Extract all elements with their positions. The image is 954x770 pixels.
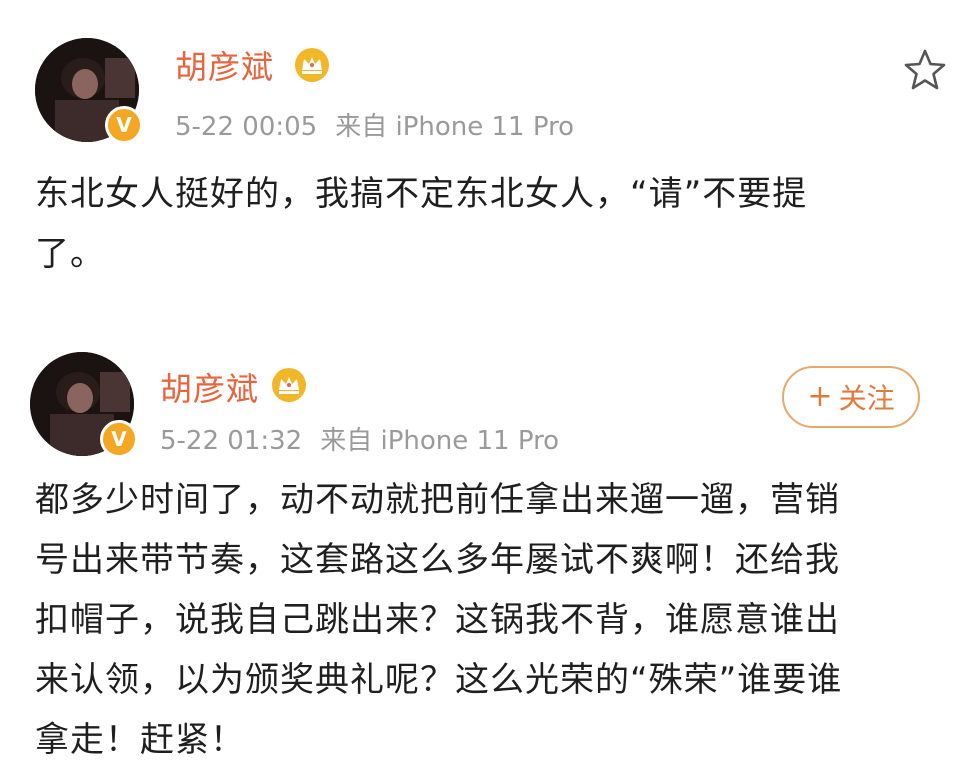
crown-icon xyxy=(272,368,306,402)
post-text: 都多少时间了，动不动就把前任拿出来遛一遛，营销 号出来带节奏，这套路这么多年屡试… xyxy=(35,470,935,770)
post-text: 东北女人挺好的，我搞不定东北女人，“请”不要提 了。 xyxy=(35,164,935,284)
avatar[interactable]: V xyxy=(30,352,138,458)
follow-button[interactable]: + 关注 xyxy=(782,366,920,428)
post-text-line: 拿走！赶紧！ xyxy=(35,720,245,760)
post-text-line: 号出来带节奏，这套路这么多年屡试不爽啊！还给我 xyxy=(35,540,840,580)
post-source: 来自 iPhone 11 Pro xyxy=(335,112,575,142)
crown-icon xyxy=(295,48,329,82)
username[interactable]: 胡彦斌 xyxy=(175,42,274,88)
post-text-line: 了。 xyxy=(35,234,105,274)
verified-v-icon: V xyxy=(100,420,138,458)
post-text-line: 来认领，以为颁奖典礼呢？这么光荣的“殊荣”谁要谁 xyxy=(35,660,843,700)
post-text-line: 东北女人挺好的，我搞不定东北女人，“请”不要提 xyxy=(35,174,808,214)
verified-v-icon: V xyxy=(105,106,143,144)
post-date: 5-22 01:32 xyxy=(160,426,303,456)
post-meta: 5-22 00:05 来自 iPhone 11 Pro xyxy=(175,106,574,143)
star-outline-icon[interactable] xyxy=(903,48,947,92)
post-source: 来自 iPhone 11 Pro xyxy=(320,426,560,456)
username[interactable]: 胡彦斌 xyxy=(160,364,259,410)
plus-icon: + xyxy=(807,379,833,414)
post-date: 5-22 00:05 xyxy=(175,112,318,142)
follow-label: 关注 xyxy=(838,382,895,415)
post-meta: 5-22 01:32 来自 iPhone 11 Pro xyxy=(160,420,559,457)
avatar[interactable]: V xyxy=(35,38,143,144)
post-text-line: 都多少时间了，动不动就把前任拿出来遛一遛，营销 xyxy=(35,480,840,520)
post-text-line: 扣帽子，说我自己跳出来？这锅我不背，谁愿意谁出 xyxy=(35,600,840,640)
